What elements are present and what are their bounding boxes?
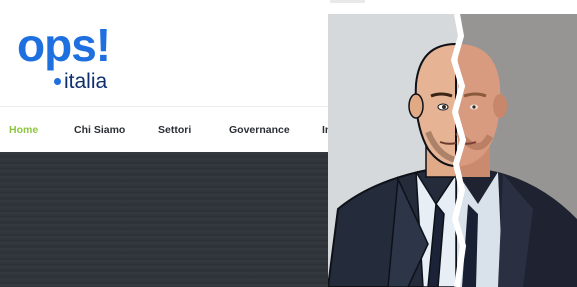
- website-screenshot: ops! italia Home Chi Siamo Settori Gover…: [0, 0, 331, 287]
- hero-banner: [0, 152, 330, 287]
- main-nav: Home Chi Siamo Settori Governance In: [0, 106, 331, 153]
- nav-item-settori[interactable]: Settori: [158, 124, 191, 136]
- site-logo[interactable]: ops! italia: [17, 22, 127, 92]
- portrait-image: [328, 14, 577, 287]
- logo-wordmark: ops!: [17, 19, 111, 71]
- logo-subtitle: italia: [64, 70, 108, 93]
- nav-item-governance[interactable]: Governance: [229, 124, 290, 136]
- nav-item-home[interactable]: Home: [9, 124, 38, 136]
- nav-item-chi-siamo[interactable]: Chi Siamo: [74, 124, 125, 136]
- portrait-illustration: [328, 14, 577, 287]
- logo-dot-icon: [54, 78, 61, 85]
